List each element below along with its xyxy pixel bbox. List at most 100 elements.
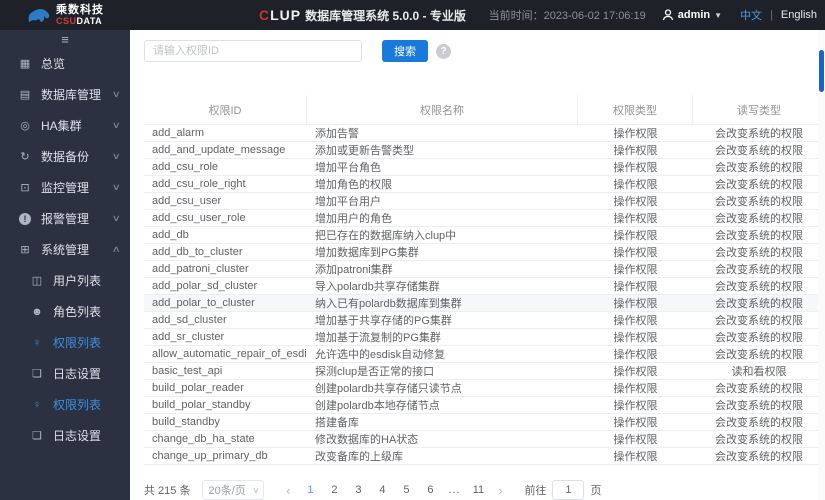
sidebar-item-2[interactable]: ◎ HA集群 ∨ xyxy=(0,110,130,141)
cell-permission-type: 操作权限 xyxy=(613,400,658,412)
page-button-5[interactable]: 5 xyxy=(394,484,418,496)
user-name: admin xyxy=(677,9,711,21)
cell-permission-name: 增加用户的角色 xyxy=(315,213,392,225)
page-button-11[interactable]: 11 xyxy=(466,484,490,496)
cell-permission-type: 操作权限 xyxy=(613,383,658,395)
cell-readwrite-type: 会改变系统的权限 xyxy=(715,315,803,327)
cell-readwrite-type: 会改变系统的权限 xyxy=(715,247,803,259)
sidebar-item-label: 数据备份 xyxy=(41,150,90,164)
next-page-button[interactable]: › xyxy=(490,483,510,498)
chevron-down-icon: ∨ xyxy=(112,213,122,223)
search-input[interactable] xyxy=(144,40,362,62)
table-row[interactable]: add_and_update_message 添加或更新告警类型 操作权限 会改变系统… xyxy=(144,142,825,159)
table-row[interactable]: allow_automatic_repair_of_esdisk 允许选中的esd… xyxy=(144,346,825,363)
log-settings-icon: ❏ xyxy=(32,430,42,442)
cell-readwrite-type: 会改变系统的权限 xyxy=(715,179,803,191)
main-content: 搜索 ? 权限ID 权限名称 权限类型 读写类型 add_alarm添加告警操作… xyxy=(130,30,825,500)
table-row[interactable]: build_polar_standby 创建polardb本地存储节点 操作权限 会改… xyxy=(144,397,825,414)
table-row[interactable]: add_csu_role_right 增加角色的权限 操作权限 会改变系统的权限 xyxy=(144,176,825,193)
cell-permission-name: 创建polardb本地存储节点 xyxy=(315,400,440,412)
page-button-3[interactable]: 3 xyxy=(346,484,370,496)
table-row[interactable]: add_db_to_cluster 增加数据库到PG集群 操作权限 会改变系统的权限 xyxy=(144,244,825,261)
table-row[interactable]: add_csu_user 增加平台用户 操作权限 会改变系统的权限 xyxy=(144,193,825,210)
help-icon[interactable]: ? xyxy=(436,43,451,59)
top-header-bar: 乘数科技 CSUDATA CLUP 数据库管理系统 5.0.0 - 专业版 当前时… xyxy=(0,0,825,30)
table-row[interactable]: add_csu_user_role 增加用户的角色 操作权限 会改变系统的权限 xyxy=(144,210,825,227)
cell-readwrite-type: 会改变系统的权限 xyxy=(715,281,803,293)
cell-permission-name: 纳入已有polardb数据库到集群 xyxy=(315,298,462,310)
table-row[interactable]: build_polar_reader 创建polardb共享存储只读节点 操作权限 会… xyxy=(144,380,825,397)
table-row[interactable]: change_up_primary_db 改变备库的上级库 操作权限 会改变系统的权限 xyxy=(144,448,825,465)
table-row[interactable]: add_db 把已存在的数据库纳入clup中 操作权限 会改变系统的权限 xyxy=(144,227,825,244)
sidebar-item-9[interactable]: ♀ 权限列表 xyxy=(0,327,130,358)
cell-permission-name: 增加平台用户 xyxy=(315,196,381,208)
permission-key-icon: ♀ xyxy=(32,398,42,411)
chevron-down-icon: ∨ xyxy=(112,182,122,192)
cell-permission-id: add_db xyxy=(152,229,189,241)
cell-readwrite-type: 会改变系统的权限 xyxy=(715,417,803,429)
lang-divider: | xyxy=(770,9,773,21)
table-row[interactable]: change_db_ha_state 修改数据库的HA状态 操作权限 会改变系统的权限 xyxy=(144,431,825,448)
lang-english-link[interactable]: English xyxy=(781,9,817,21)
table-row[interactable]: build_standby 搭建备库 操作权限 会改变系统的权限 xyxy=(144,414,825,431)
sidebar-item-5[interactable]: ! 报警管理 ∨ xyxy=(0,203,130,234)
prev-page-button[interactable]: ‹ xyxy=(278,483,298,498)
monitor-icon: ⊡ xyxy=(20,182,30,194)
sidebar-item-label: 权限列表 xyxy=(53,336,102,350)
table-row[interactable]: add_sr_cluster 增加基于流复制的PG集群 操作权限 会改变系统的权限 xyxy=(144,329,825,346)
sidebar-item-12[interactable]: ❏ 日志设置 xyxy=(0,420,130,451)
cell-permission-id: change_db_ha_state xyxy=(152,433,255,445)
sidebar-collapse-button[interactable]: ≡ xyxy=(0,30,130,48)
cell-permission-name: 探测clup是否正常的接口 xyxy=(315,366,435,378)
cell-permission-type: 操作权限 xyxy=(613,247,658,259)
cell-readwrite-type: 会改变系统的权限 xyxy=(715,349,803,361)
sidebar-item-4[interactable]: ⊡ 监控管理 ∨ xyxy=(0,172,130,203)
goto-page-input[interactable] xyxy=(552,480,585,500)
ha-cluster-icon: ◎ xyxy=(20,120,30,132)
cell-permission-id: add_and_update_message xyxy=(152,144,286,156)
sidebar-item-label: 监控管理 xyxy=(41,181,90,195)
user-list-icon: ◫ xyxy=(31,275,43,287)
page-button-1[interactable]: 1 xyxy=(298,484,322,496)
sidebar-item-3[interactable]: ↻ 数据备份 ∨ xyxy=(0,141,130,172)
column-header-readwrite-type: 读写类型 xyxy=(737,104,781,117)
backup-icon: ↻ xyxy=(20,151,30,163)
lang-chinese-link[interactable]: 中文 xyxy=(740,7,762,23)
table-row[interactable]: add_polar_to_cluster 纳入已有polardb数据库到集群 操作权… xyxy=(144,295,825,312)
sidebar-item-11[interactable]: ♀ 权限列表 xyxy=(0,389,130,420)
page-button-2[interactable]: 2 xyxy=(322,484,346,496)
sidebar-item-7[interactable]: ◫ 用户列表 xyxy=(0,265,130,296)
sidebar-item-10[interactable]: ❏ 日志设置 xyxy=(0,358,130,389)
table-row[interactable]: basic_test_api 探测clup是否正常的接口 操作权限 读和看权限 xyxy=(144,363,825,380)
cell-permission-id: basic_test_api xyxy=(152,365,223,377)
vertical-scrollbar[interactable] xyxy=(818,30,825,500)
permissions-table: 权限ID 权限名称 权限类型 读写类型 add_alarm 添加告警 操作权限 会改变… xyxy=(144,95,825,465)
table-row[interactable]: add_sd_cluster 增加基于共享存储的PG集群 操作权限 会改变系统的权限 xyxy=(144,312,825,329)
cell-readwrite-type: 会改变系统的权限 xyxy=(715,264,803,276)
system-icon: ⊞ xyxy=(20,244,30,256)
table-row[interactable]: add_polar_sd_cluster 导入polardb共享存储集群 操作权限 会… xyxy=(144,278,825,295)
table-row[interactable]: add_patroni_cluster 添加patroni集群 操作权限 会改变系统的… xyxy=(144,261,825,278)
cell-readwrite-type: 会改变系统的权限 xyxy=(715,128,803,140)
sidebar-item-1[interactable]: ▤ 数据库管理 ∨ xyxy=(0,79,130,110)
elephant-logo-icon xyxy=(28,9,50,22)
table-row[interactable]: add_alarm 添加告警 操作权限 会改变系统的权限 xyxy=(144,125,825,142)
goto-unit-label: 页 xyxy=(590,485,602,497)
sidebar-item-0[interactable]: ▦ 总览 xyxy=(0,48,130,79)
page-button-6[interactable]: 6 xyxy=(418,484,442,496)
cell-permission-type: 操作权限 xyxy=(613,162,658,174)
page-button-4[interactable]: 4 xyxy=(370,484,394,496)
search-button[interactable]: 搜索 xyxy=(382,40,428,62)
cell-permission-id: add_db_to_cluster xyxy=(152,246,243,258)
user-menu[interactable]: admin ▼ xyxy=(662,9,722,21)
table-row[interactable]: add_csu_role 增加平台角色 操作权限 会改变系统的权限 xyxy=(144,159,825,176)
role-list-icon: ☻ xyxy=(31,305,43,318)
total-count-label: 共 215 条 xyxy=(144,485,191,497)
sidebar-item-label: 数据库管理 xyxy=(41,88,102,102)
cell-permission-id: build_polar_reader xyxy=(152,382,244,394)
sidebar-item-8[interactable]: ☻ 角色列表 xyxy=(0,296,130,327)
sidebar-item-6[interactable]: ⊞ 系统管理 ∧ xyxy=(0,234,130,265)
page-size-select[interactable]: 20条/页 ∨ xyxy=(202,480,265,500)
cell-permission-name: 添加或更新告警类型 xyxy=(315,145,414,157)
scrollbar-thumb[interactable] xyxy=(819,50,824,92)
